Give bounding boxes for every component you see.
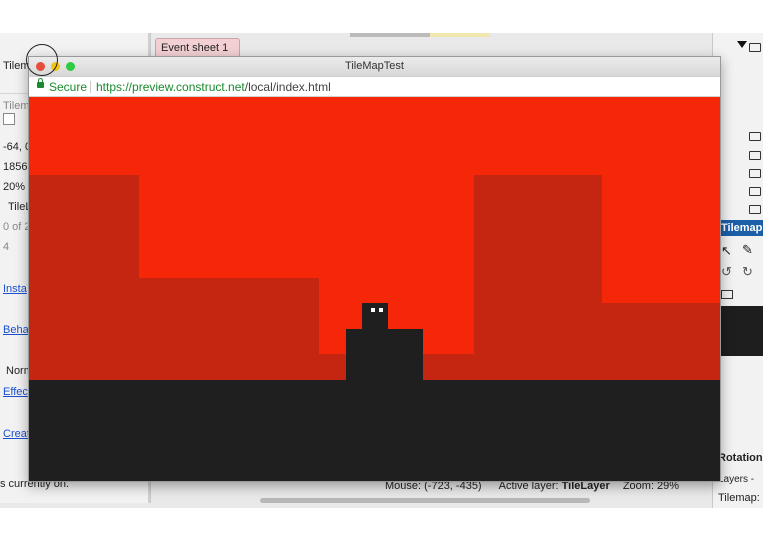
ground-platform: [346, 329, 423, 381]
count-value: 0 of 2: [3, 221, 31, 233]
hill-left-low: [139, 278, 319, 388]
rotate-right-icon[interactable]: ↻: [742, 264, 753, 280]
address-separator: [90, 81, 91, 93]
effects-link[interactable]: Effec: [3, 386, 28, 398]
folder-icon[interactable]: [749, 187, 761, 196]
rotation-label: Rotation: [718, 452, 763, 464]
create-link[interactable]: Creat: [3, 428, 30, 440]
game-canvas[interactable]: [29, 97, 720, 481]
layers-tab[interactable]: Layers -: [718, 474, 754, 485]
tilemap-preview-dark: [718, 306, 763, 356]
folder-icon[interactable]: [749, 169, 761, 178]
player-eye: [379, 308, 383, 312]
number-value: 4: [3, 241, 10, 253]
preview-window: TileMapTest Secure https://preview.const…: [28, 56, 721, 482]
opacity-value[interactable]: 20%: [3, 181, 25, 193]
hill-right-low: [602, 303, 720, 385]
position-value[interactable]: -64, 0: [3, 141, 31, 153]
folder-icon[interactable]: [749, 43, 761, 52]
url-text[interactable]: https://preview.construct.net/local/inde…: [96, 80, 331, 94]
behaviors-link[interactable]: Beha: [3, 324, 29, 336]
horizontal-scrollbar[interactable]: [260, 498, 590, 503]
tab-strip-gray: [350, 33, 430, 37]
pencil-icon[interactable]: ✎: [742, 242, 753, 258]
click-highlight-ring: [26, 44, 58, 76]
tab-strip-yellow: [430, 33, 490, 37]
object-type-label: Tilem: [3, 100, 30, 112]
folder-icon[interactable]: [721, 290, 733, 299]
folder-icon[interactable]: [749, 132, 761, 141]
chevron-down-icon[interactable]: [737, 41, 747, 48]
folder-icon[interactable]: [749, 151, 761, 160]
window-titlebar[interactable]: TileMapTest: [29, 57, 720, 76]
address-bar[interactable]: Secure https://preview.construct.net/loc…: [29, 76, 720, 97]
url-host: https://preview.construct.net: [96, 80, 245, 94]
lock-icon: [37, 78, 44, 88]
instance-variables-link[interactable]: Insta: [3, 283, 27, 295]
secure-label: Secure: [49, 80, 88, 94]
status-bar: Mouse: (-723, -435) Active layer: TileLa…: [385, 480, 710, 496]
size-value[interactable]: 1856: [3, 161, 27, 173]
tab-event-sheet[interactable]: Event sheet 1 ×: [155, 38, 240, 72]
player-eye: [371, 308, 375, 312]
hill-left-tall: [29, 175, 139, 385]
ground-tiles: [29, 380, 720, 481]
tilemap-tab[interactable]: Tilemap:: [718, 492, 760, 504]
hill-right-tall: [474, 175, 602, 385]
tilemap-bar-title: Tilemap: T: [718, 220, 763, 236]
rotate-left-icon[interactable]: ↺: [721, 264, 732, 280]
window-title: TileMapTest: [345, 60, 404, 72]
player-sprite: [362, 303, 388, 330]
pointer-icon[interactable]: ↖: [721, 243, 732, 259]
visible-checkbox[interactable]: [3, 113, 15, 125]
tab-label: Event sheet 1: [161, 42, 229, 54]
folder-icon[interactable]: [749, 205, 761, 214]
url-path: /local/index.html: [244, 80, 331, 94]
